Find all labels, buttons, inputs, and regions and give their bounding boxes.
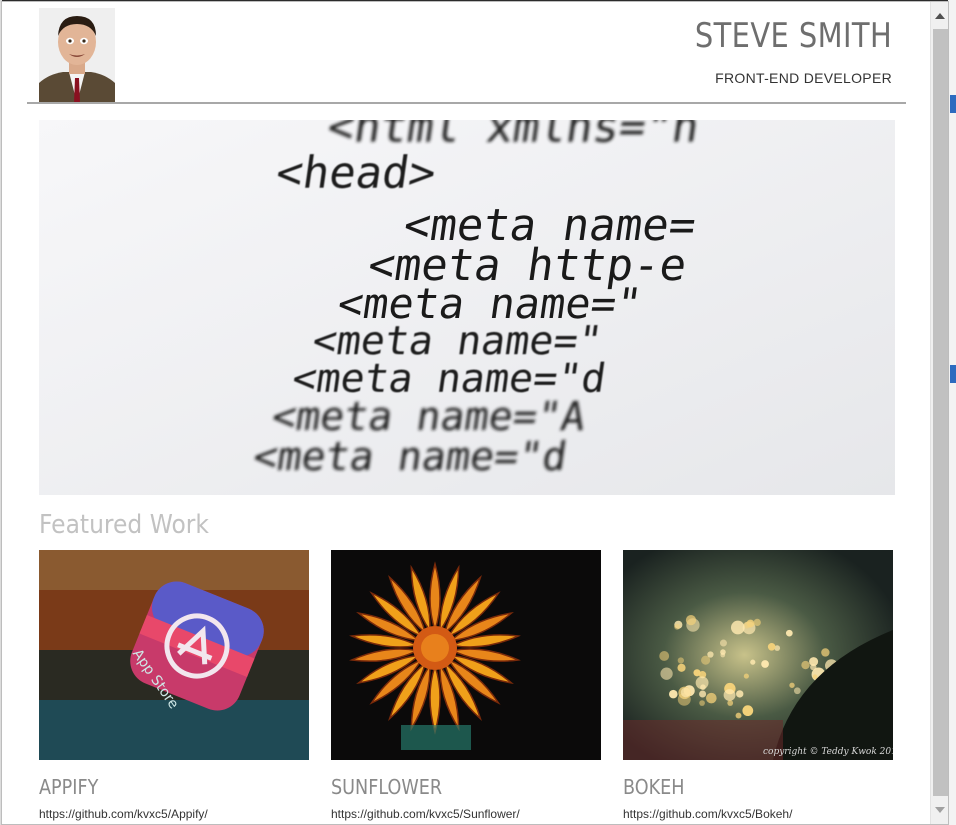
- edge-mark: [950, 365, 956, 383]
- bokeh-light: [761, 660, 769, 668]
- bokeh-light: [746, 619, 755, 628]
- project-link[interactable]: https://github.com/kvxc5/Bokeh/: [623, 807, 893, 821]
- page-edge-right: [948, 0, 956, 825]
- bokeh-light: [720, 649, 726, 655]
- bokeh-thumbnail[interactable]: copyright © Teddy Kwok 2014: [623, 550, 893, 760]
- bokeh-light: [723, 689, 736, 701]
- code-line: <meta name="d: [250, 434, 569, 480]
- bokeh-copyright: copyright © Teddy Kwok 2014: [763, 747, 893, 757]
- project-title[interactable]: BOKEH: [623, 775, 861, 799]
- bokeh-light: [750, 659, 756, 665]
- bokeh-light: [793, 687, 801, 695]
- bokeh-light: [719, 639, 727, 647]
- bokeh-light: [685, 614, 697, 626]
- project-card-sunflower[interactable]: SUNFLOWER https://github.com/kvxc5/Sunfl…: [331, 550, 601, 821]
- hero-code-image: <html xmlns="h <head> <meta name= <meta …: [39, 120, 895, 495]
- bokeh-light: [742, 705, 754, 717]
- project-link[interactable]: https://github.com/kvxc5/Appify/: [39, 807, 309, 821]
- bokeh-light: [753, 618, 761, 627]
- bokeh-light: [727, 700, 734, 706]
- appify-thumbnail[interactable]: App Store: [39, 550, 309, 760]
- bokeh-light: [735, 712, 742, 719]
- bokeh-light: [680, 687, 691, 698]
- bokeh-light: [767, 642, 776, 651]
- sunflower-thumbnail[interactable]: [331, 550, 601, 760]
- code-line: <head>: [273, 148, 439, 199]
- bokeh-light: [699, 700, 705, 706]
- project-title[interactable]: SUNFLOWER: [331, 775, 569, 799]
- bokeh-light: [677, 663, 686, 672]
- bokeh-light: [693, 669, 701, 677]
- bokeh-light: [659, 651, 670, 661]
- bokeh-light: [669, 689, 678, 699]
- profile-name: STEVE SMITH: [694, 16, 892, 56]
- bokeh-light: [801, 660, 810, 670]
- bokeh-light: [695, 676, 709, 690]
- bokeh-light: [789, 682, 795, 688]
- project-card-bokeh[interactable]: copyright © Teddy Kwok 2014 BOKEH https:…: [623, 550, 893, 821]
- avatar: [39, 8, 115, 103]
- code-line: <meta name="A: [269, 394, 588, 440]
- featured-work-heading: Featured Work: [39, 510, 209, 540]
- scrollbar-thumb[interactable]: [933, 29, 948, 796]
- bokeh-light: [812, 674, 818, 680]
- vertical-scrollbar[interactable]: [930, 2, 948, 824]
- project-link[interactable]: https://github.com/kvxc5/Sunflower/: [331, 807, 601, 821]
- bokeh-light: [674, 623, 681, 630]
- bokeh-light: [699, 690, 707, 698]
- bokeh-light: [821, 648, 830, 657]
- bokeh-light: [707, 651, 714, 658]
- bokeh-light: [785, 629, 793, 637]
- edge-mark: [950, 95, 956, 113]
- popup-window: STEVE SMITH FRONT-END DEVELOPER <html xm…: [1, 1, 949, 825]
- bokeh-light: [736, 690, 744, 698]
- project-title[interactable]: APPIFY: [39, 775, 277, 799]
- bokeh-light: [677, 657, 684, 664]
- bokeh-light: [706, 692, 717, 704]
- scroll-up-arrow-icon[interactable]: [931, 6, 948, 26]
- scroll-down-arrow-icon[interactable]: [931, 800, 948, 820]
- bokeh-light: [809, 657, 819, 667]
- bokeh-light: [660, 667, 673, 680]
- bokeh-light: [730, 620, 745, 635]
- header-divider: [27, 102, 906, 104]
- bokeh-light: [743, 673, 749, 679]
- project-card-appify[interactable]: App Store APPIFY https://github.com/kvxc…: [39, 550, 309, 821]
- profile-role: FRONT-END DEVELOPER: [715, 70, 892, 86]
